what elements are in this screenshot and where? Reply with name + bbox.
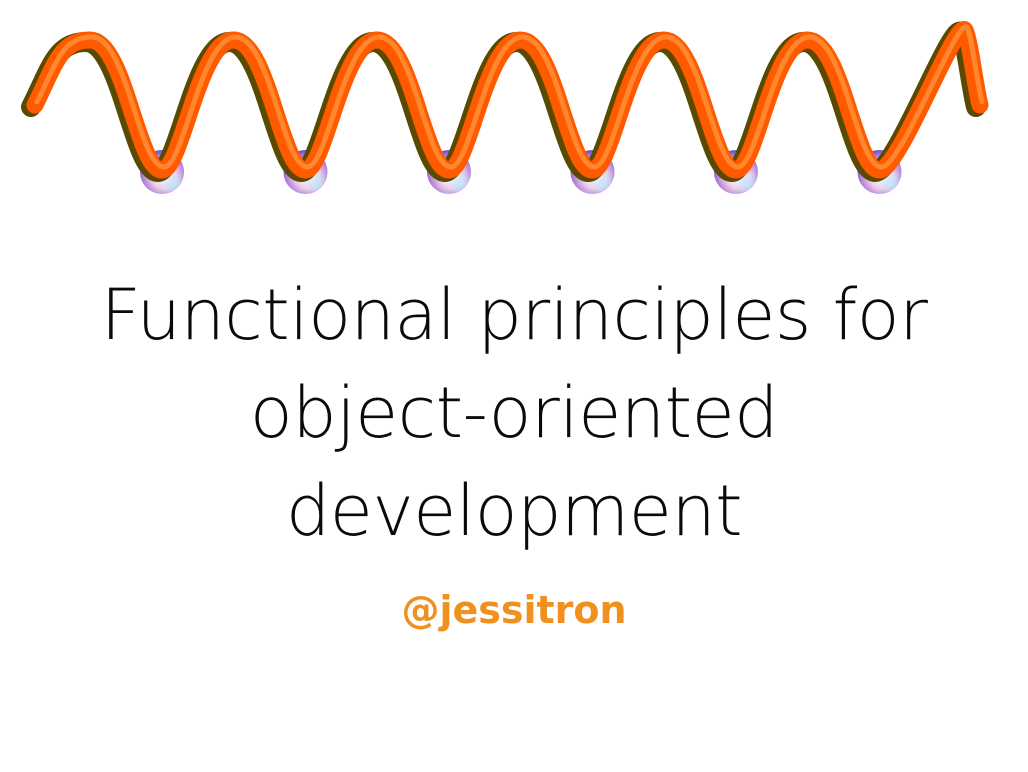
title-line-3: development [285,470,743,552]
sphere-group [140,150,902,194]
title-line-2: object-oriented [249,372,779,454]
title-line-1: Functional principles for [100,274,928,356]
author-handle: @jessitron [401,588,627,632]
title-slide: Functional principles for object-oriente… [0,0,1028,772]
slide-title: Functional principles for object-oriente… [0,266,1028,560]
helix-spring-illustration [21,21,989,194]
spring-tube [21,21,989,182]
